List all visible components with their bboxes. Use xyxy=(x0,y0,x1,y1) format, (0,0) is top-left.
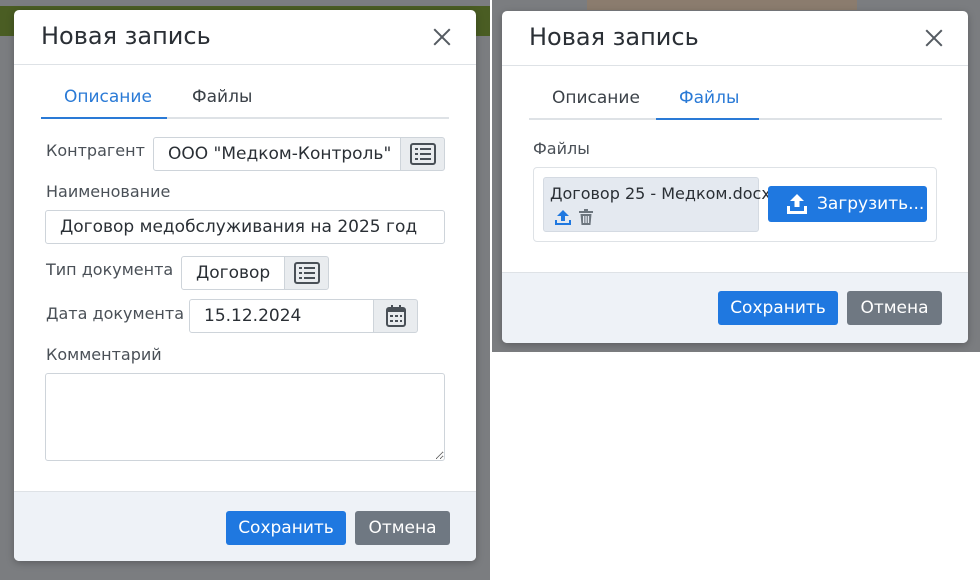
upload-icon[interactable] xyxy=(554,209,572,227)
list-icon xyxy=(409,143,436,165)
dialog-title: Новая запись xyxy=(41,22,211,50)
background-strip xyxy=(587,0,857,10)
dialog-header: Новая запись xyxy=(502,11,968,66)
calendar-icon xyxy=(385,305,406,327)
tab-bar: Описание Файлы xyxy=(41,65,449,119)
tab-description[interactable]: Описание xyxy=(64,87,152,107)
tab-description[interactable]: Описание xyxy=(552,88,640,108)
save-button[interactable]: Сохранить xyxy=(226,511,346,545)
file-item: Договор 25 - Медком.docx xyxy=(543,177,771,232)
doc-date-input[interactable]: 15.12.2024 xyxy=(189,299,374,333)
dialog-footer: Сохранить Отмена xyxy=(14,491,476,561)
close-icon[interactable] xyxy=(430,25,454,49)
dialog-header: Новая запись xyxy=(14,10,476,65)
save-button[interactable]: Сохранить xyxy=(718,291,838,325)
doc-type-input[interactable]: Договор xyxy=(181,256,285,290)
file-name: Договор 25 - Медком.docx xyxy=(550,184,771,203)
new-record-dialog-files: Новая запись Описание Файлы Файлы Догово… xyxy=(502,11,968,343)
comment-textarea[interactable] xyxy=(45,373,445,461)
files-label: Файлы xyxy=(533,139,590,158)
cancel-button[interactable]: Отмена xyxy=(847,291,942,325)
list-icon xyxy=(293,262,320,284)
active-tab-indicator xyxy=(41,117,167,119)
doc-type-label: Тип документа xyxy=(46,260,174,279)
dialog-title: Новая запись xyxy=(529,23,699,51)
comment-label: Комментарий xyxy=(46,345,162,364)
upload-icon xyxy=(787,194,807,214)
tab-files[interactable]: Файлы xyxy=(192,87,252,107)
counterparty-input[interactable]: ООО "Медком-Контроль" xyxy=(153,137,401,171)
name-label: Наименование xyxy=(46,182,171,201)
date-picker-button[interactable] xyxy=(373,299,418,333)
doc-type-picker-button[interactable] xyxy=(284,256,329,290)
name-input[interactable]: Договор медобслуживания на 2025 год xyxy=(45,210,445,244)
close-icon[interactable] xyxy=(922,26,946,50)
tab-files[interactable]: Файлы xyxy=(679,88,739,108)
files-container: Договор 25 - Медком.docx Загрузить... xyxy=(533,167,937,242)
counterparty-label: Контрагент xyxy=(46,141,145,160)
doc-date-label: Дата документа xyxy=(46,304,184,323)
active-tab-indicator xyxy=(656,118,759,120)
cancel-button[interactable]: Отмена xyxy=(355,511,450,545)
screen: Новая запись Описание Файлы Контрагент О… xyxy=(0,0,980,580)
upload-button[interactable]: Загрузить... xyxy=(768,186,927,222)
counterparty-picker-button[interactable] xyxy=(400,137,445,171)
trash-icon[interactable] xyxy=(579,209,593,225)
tab-bar: Описание Файлы xyxy=(529,66,942,120)
upload-button-label: Загрузить... xyxy=(817,194,925,214)
new-record-dialog-description: Новая запись Описание Файлы Контрагент О… xyxy=(14,10,476,561)
dialog-footer: Сохранить Отмена xyxy=(502,272,968,343)
